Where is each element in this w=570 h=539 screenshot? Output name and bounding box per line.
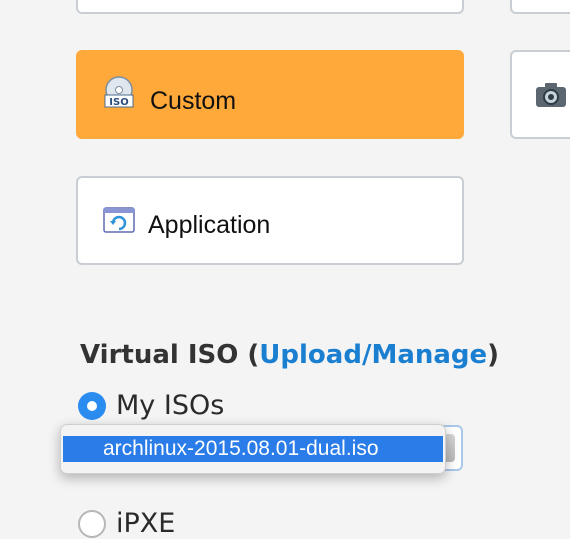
- virtual-iso-title-suffix: ): [487, 340, 500, 370]
- upload-manage-link[interactable]: Upload/Manage: [259, 340, 487, 370]
- camera-icon: [536, 83, 566, 107]
- my-isos-label: My ISOs: [116, 390, 225, 421]
- application-card[interactable]: Application: [76, 176, 464, 265]
- application-window-icon: [103, 207, 135, 233]
- svg-text:ISO: ISO: [109, 97, 128, 108]
- top-right-card-partial[interactable]: [510, 0, 570, 14]
- my-isos-option[interactable]: My ISOs: [78, 390, 224, 421]
- iso-option-selected[interactable]: archlinux-2015.08.01-dual.iso: [63, 436, 443, 462]
- iso-dropdown-list[interactable]: archlinux-2015.08.01-dual.iso: [60, 424, 446, 474]
- application-card-label: Application: [148, 211, 271, 239]
- my-isos-radio[interactable]: [78, 391, 106, 420]
- custom-card[interactable]: ISO Custom: [76, 50, 464, 139]
- ipxe-option[interactable]: iPXE: [78, 508, 175, 539]
- ipxe-label: iPXE: [116, 508, 176, 539]
- custom-card-label: Custom: [150, 87, 237, 115]
- top-card-partial[interactable]: [76, 0, 464, 14]
- snapshot-card-partial[interactable]: [510, 50, 570, 139]
- virtual-iso-title: Virtual ISO (: [80, 340, 260, 370]
- virtual-iso-heading: Virtual ISO (Upload/Manage): [80, 340, 499, 370]
- ipxe-radio[interactable]: [78, 509, 106, 538]
- iso-disc-icon: ISO: [104, 76, 134, 108]
